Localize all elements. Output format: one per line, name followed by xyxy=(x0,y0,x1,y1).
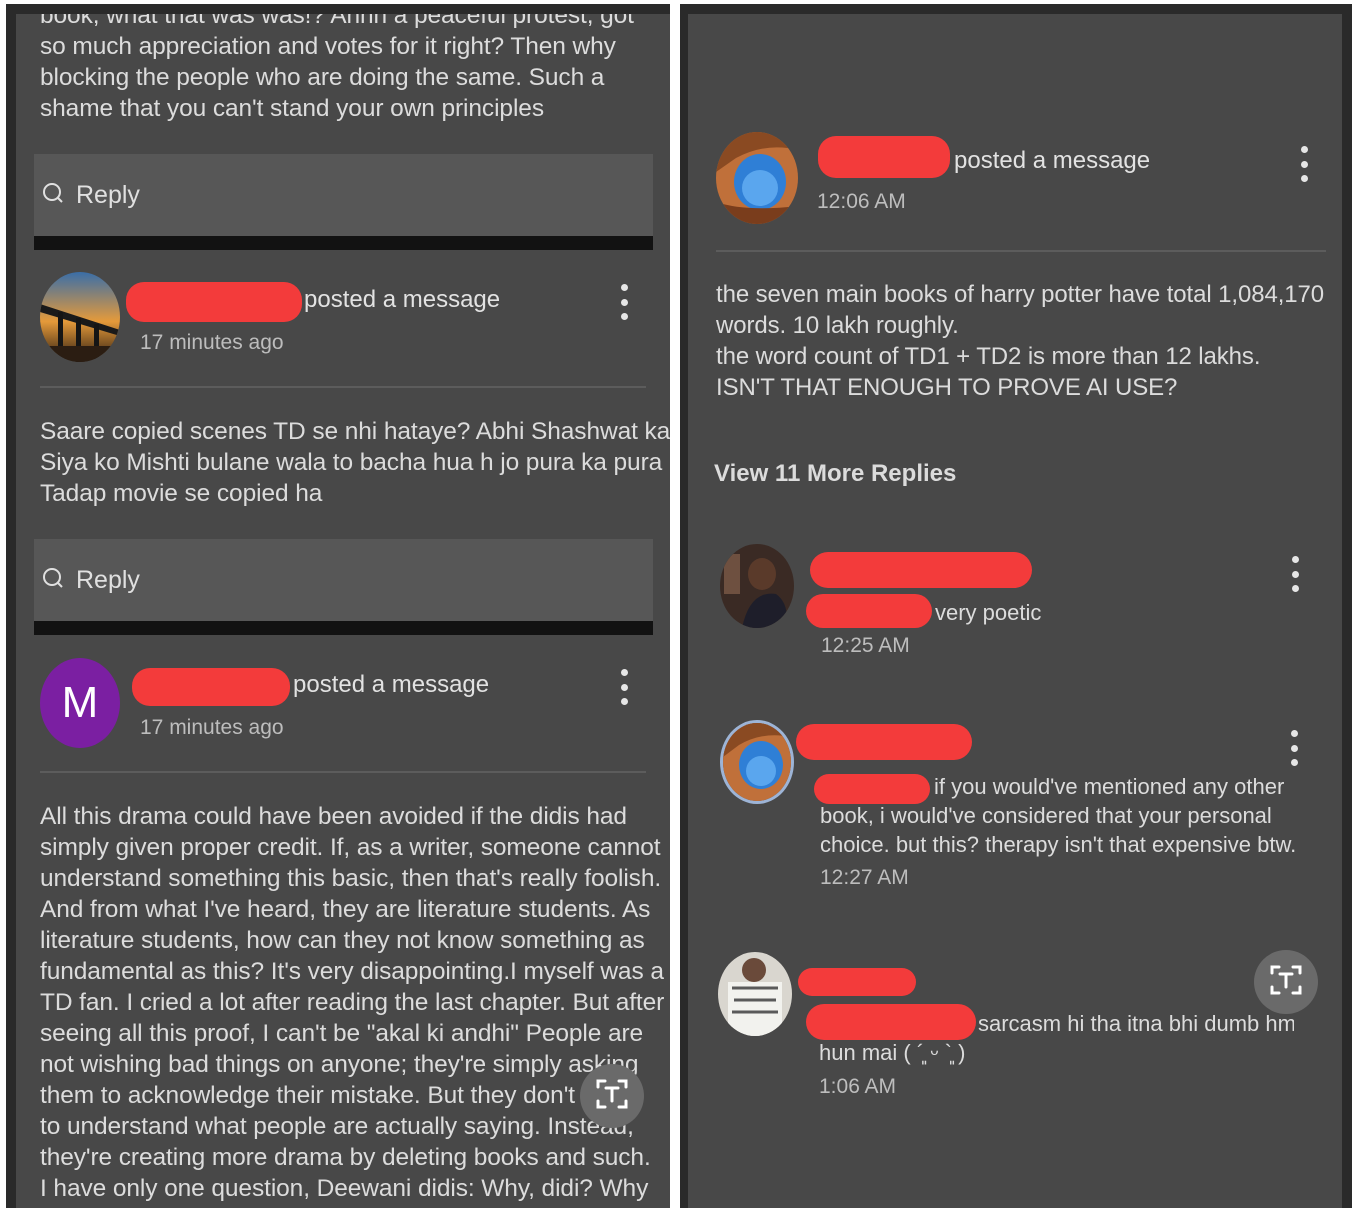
redacted-username xyxy=(818,136,950,178)
header-divider xyxy=(716,250,1326,252)
more-vertical-icon[interactable] xyxy=(1287,730,1301,766)
more-vertical-icon[interactable] xyxy=(617,284,631,320)
left-feed-panel: book, what that was was!? Ahhh a peacefu… xyxy=(6,4,670,1208)
reply-timestamp: 12:25 AM xyxy=(821,634,910,657)
post-line: seeing all this proof, I can't be "akal … xyxy=(40,1020,644,1047)
right-thread-panel: posted a message 12:06 AM the seven main… xyxy=(680,4,1352,1208)
reply-label: Reply xyxy=(76,565,140,594)
reply-button[interactable]: Reply xyxy=(34,539,653,621)
post-body: the seven main books of harry potter hav… xyxy=(716,279,1324,403)
redacted-username xyxy=(798,968,916,996)
post-line: understand something this basic, then th… xyxy=(40,865,662,892)
avatar[interactable] xyxy=(720,720,794,804)
reply-text: if you would've mentioned any other xyxy=(934,772,1284,801)
redacted-username xyxy=(126,282,302,322)
post-line: shame that you can't stand your own prin… xyxy=(40,95,544,122)
post-line: simply given proper credit. If, as a wri… xyxy=(40,834,661,861)
post-line: the word count of TD1 + TD2 is more than… xyxy=(716,343,1261,370)
comment-bubble-icon xyxy=(42,182,64,209)
avatar[interactable] xyxy=(40,272,120,362)
avatar[interactable]: M xyxy=(40,658,120,748)
post-line: not wishing bad things on anyone; they'r… xyxy=(40,1051,639,1078)
text-scan-icon xyxy=(1269,963,1303,1002)
reply-timestamp: 1:06 AM xyxy=(819,1075,897,1098)
text-scan-button[interactable] xyxy=(1254,950,1318,1014)
text-scan-icon xyxy=(595,1077,629,1116)
reply-line: book, i would've considered that your pe… xyxy=(820,803,1272,828)
more-vertical-icon[interactable] xyxy=(617,669,631,705)
post-body: Saare copied scenes TD se nhi hataye? Ab… xyxy=(40,416,670,509)
post-action-text: posted a message xyxy=(954,147,1151,174)
post-line: TD fan. I cried a lot after reading the … xyxy=(40,989,665,1016)
reply-line: choice. but this? therapy isn't that exp… xyxy=(820,832,1297,857)
post-body: All this drama could have been avoided i… xyxy=(40,801,664,1204)
view-more-replies-link[interactable]: View 11 More Replies xyxy=(714,460,956,488)
reply-line: if you would've mentioned any other xyxy=(934,774,1285,799)
reply-label: Reply xyxy=(76,180,140,209)
reply-text: sarcasm hi tha itna bhi dumb hm xyxy=(978,1011,1294,1036)
redacted-username xyxy=(796,724,972,760)
post-line: blocking the people who are doing the sa… xyxy=(40,64,605,91)
post-line: words. 10 lakh roughly. xyxy=(716,312,959,339)
reply-text: hun mai ( ´͈ ᵕ `͈ ) xyxy=(819,1040,966,1065)
post-line: Siya ko Mishti bulane wala to bacha hua … xyxy=(40,449,663,476)
redacted-mention xyxy=(806,1004,976,1040)
post-line: Saare copied scenes TD se nhi hataye? Ab… xyxy=(40,418,670,445)
reply-button[interactable]: Reply xyxy=(34,154,653,236)
post-line: All this drama could have been avoided i… xyxy=(40,803,627,830)
more-vertical-icon[interactable] xyxy=(1297,146,1311,182)
post-line: they're creating more drama by deleting … xyxy=(40,1144,651,1171)
avatar[interactable] xyxy=(716,132,798,224)
post-timestamp: 12:06 AM xyxy=(817,190,906,213)
post-line: I have only one question, Deewani didis:… xyxy=(40,1175,649,1202)
redacted-username xyxy=(810,552,1032,588)
redacted-username xyxy=(132,668,290,706)
post-line: fundamental as this? It's very disappoin… xyxy=(40,958,664,985)
header-divider xyxy=(40,771,646,773)
post-timestamp: 17 minutes ago xyxy=(140,331,284,354)
avatar[interactable] xyxy=(720,544,794,628)
post-line: to understand what people are actually s… xyxy=(40,1113,634,1140)
post-action-text: posted a message xyxy=(304,286,501,313)
header-divider xyxy=(40,386,646,388)
text-scan-button[interactable] xyxy=(580,1064,644,1128)
comment-bubble-icon xyxy=(42,567,64,594)
post-timestamp: 17 minutes ago xyxy=(140,716,284,739)
post-divider xyxy=(34,621,653,635)
avatar[interactable] xyxy=(718,952,792,1036)
post-line: so much appreciation and votes for it ri… xyxy=(40,33,616,60)
post-line: book, what that was was!? Ahhh a peacefu… xyxy=(40,4,634,29)
post-line: And from what I've heard, they are liter… xyxy=(40,896,651,923)
post-line: the seven main books of harry potter hav… xyxy=(716,281,1325,308)
avatar-letter: M xyxy=(61,678,99,727)
reply-text: book, i would've considered that your pe… xyxy=(820,801,1296,859)
redacted-mention xyxy=(806,594,932,628)
reply-timestamp: 12:27 AM xyxy=(820,866,909,889)
truncated-post-body: book, what that was was!? Ahhh a peacefu… xyxy=(40,4,634,124)
post-line: them to acknowledge their mistake. But t… xyxy=(40,1082,642,1109)
reply-text: very poetic xyxy=(935,600,1042,625)
more-vertical-icon[interactable] xyxy=(1288,556,1302,592)
post-action-text: posted a message xyxy=(293,671,490,698)
post-line: literature students, how can they not kn… xyxy=(40,927,645,954)
post-line: Tadap movie se copied ha xyxy=(40,480,323,507)
post-divider xyxy=(34,236,653,250)
redacted-mention xyxy=(814,774,930,804)
post-line: ISN'T THAT ENOUGH TO PROVE AI USE? xyxy=(716,374,1178,401)
